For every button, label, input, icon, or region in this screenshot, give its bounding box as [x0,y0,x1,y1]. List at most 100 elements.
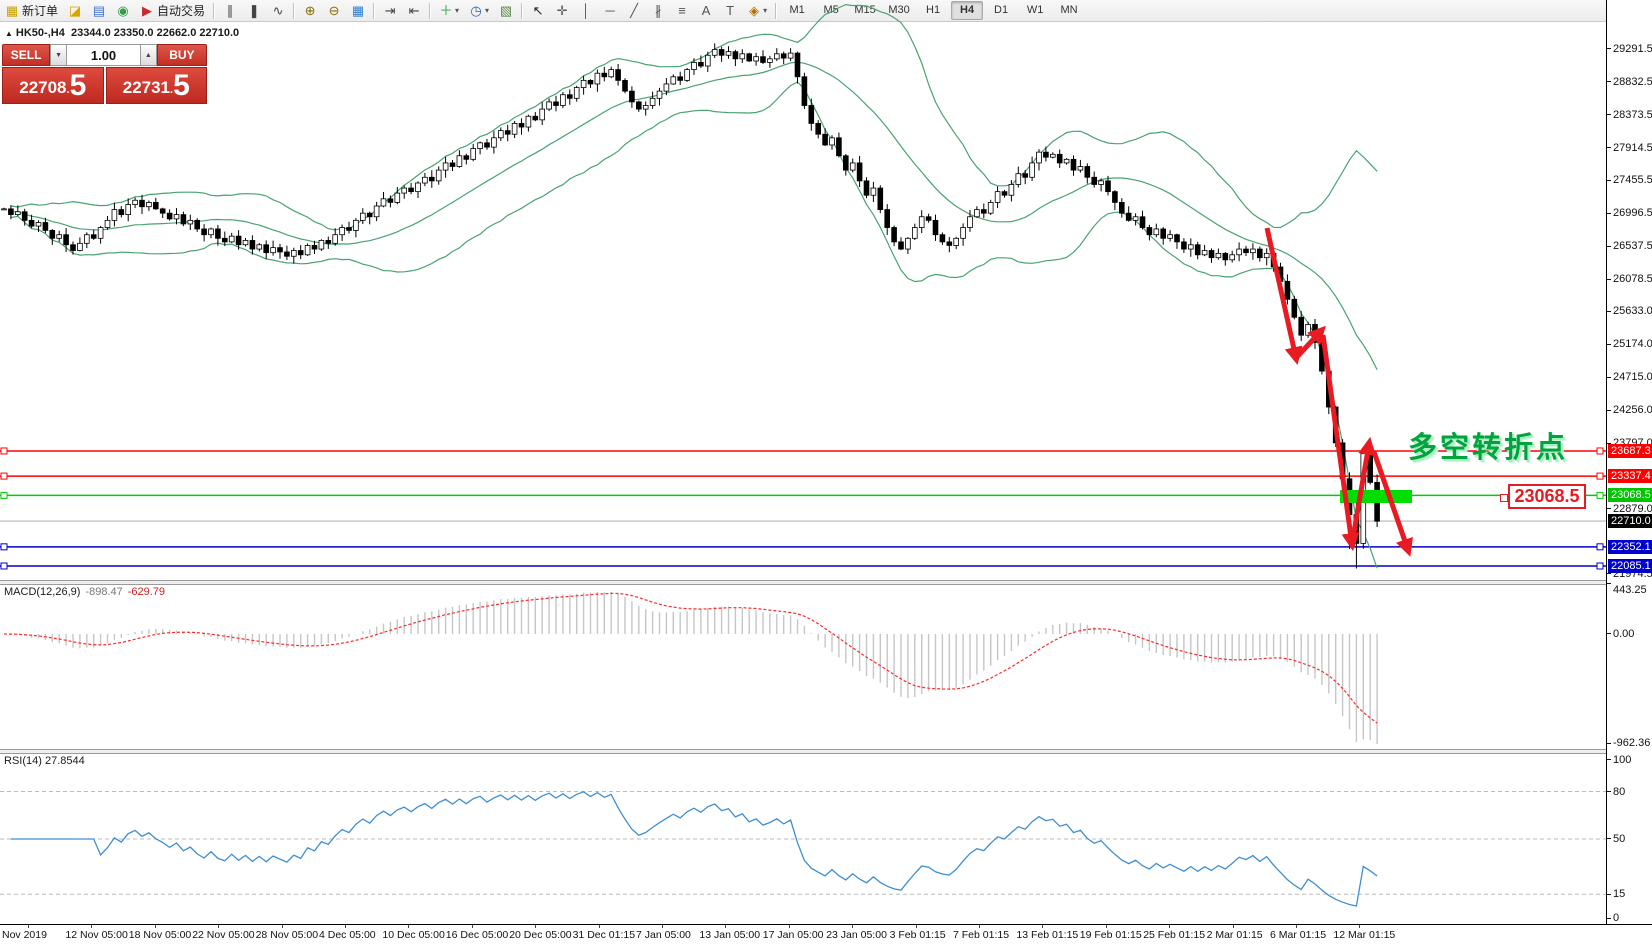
candle-body [561,95,566,106]
candle-body [416,183,421,192]
candle-body [374,206,379,217]
candle-body [1030,163,1035,177]
time-axis[interactable]: Nov 201912 Nov 05:0018 Nov 05:0022 Nov 0… [0,925,1652,945]
candle-body [1244,249,1249,253]
candle-body [1209,251,1214,258]
buy-button[interactable]: BUY [157,44,207,66]
candle-body [153,202,158,208]
candle-body [236,236,241,245]
axis-tick-mark [1607,573,1611,574]
candle-body [188,220,193,224]
axis-tick-mark [1607,114,1611,115]
candle-body [105,220,110,227]
candle-body [574,88,579,99]
callout-anchor-handle[interactable] [1500,494,1508,502]
candle-body [1299,317,1304,335]
candle-body [181,215,186,224]
candle-body [864,181,869,195]
macd-pane[interactable] [0,583,1606,750]
price-axis[interactable]: 29291.528832.528373.527914.527455.526996… [1606,0,1652,924]
candle-body [733,52,738,59]
time-tick-mark [916,925,917,928]
candle-body [1216,253,1221,257]
candle-body [243,240,248,244]
sell-button[interactable]: SELL [2,44,50,66]
candle-body [271,248,276,253]
line-anchor-handle[interactable] [1597,492,1603,498]
candle-body [78,243,83,250]
candle-body [699,62,704,66]
candle-body [119,210,124,215]
axis-price-badge: 22352.1 [1608,540,1652,554]
volume-input[interactable] [67,44,140,66]
candle-body [899,242,904,249]
candle-body [360,213,365,220]
candle-body [636,102,641,109]
trend-arrow-annotation[interactable] [1323,335,1352,544]
candle-body [919,217,924,228]
candle-body [878,188,883,210]
time-tick-label: 12 Mar 01:15 [1333,929,1395,941]
axis-tick-label: 80 [1613,786,1625,798]
candle-body [926,217,931,221]
candle-body [457,156,462,167]
volume-increase-button[interactable]: ▲ [140,44,157,66]
line-anchor-handle[interactable] [1,544,7,550]
candle-body [623,80,628,91]
line-anchor-handle[interactable] [1597,473,1603,479]
candle-body [126,205,131,215]
turning-point-annotation[interactable]: 多空转折点 [1408,424,1568,466]
volume-decrease-button[interactable]: ▼ [50,44,67,66]
candle-body [278,248,283,252]
symbol-ohlc: 23344.0 23350.0 22662.0 22710.0 [71,27,239,39]
rsi-pane[interactable] [0,752,1606,924]
candle-body [98,228,103,239]
main-chart-pane[interactable] [0,0,1606,581]
axis-tick-mark [1607,180,1611,181]
price-callout-label[interactable]: 23068.5 [1508,484,1586,509]
time-tick-mark [852,925,853,928]
sell-price[interactable]: 22708.5 [2,67,104,104]
buy-price[interactable]: 22731.5 [106,67,208,104]
candle-body [1037,152,1042,163]
candle-body [712,50,717,56]
candle-body [1175,235,1180,242]
axis-tick-mark [1607,246,1611,247]
line-anchor-handle[interactable] [1,473,7,479]
candle-body [57,235,62,239]
line-anchor-handle[interactable] [1597,448,1603,454]
candle-body [436,170,441,181]
candle-body [367,213,372,217]
time-tick-mark [1233,925,1234,928]
time-tick-mark [218,925,219,928]
line-anchor-handle[interactable] [1,492,7,498]
axis-tick-label: 443.25 [1613,584,1647,596]
time-tick-mark [662,925,663,928]
sell-price-pip: 5 [70,71,87,101]
candle-body [1099,181,1104,185]
candle-body [423,177,428,183]
candle-body [740,54,745,59]
candle-body [630,91,635,102]
candle-body [533,116,538,120]
axis-tick-mark [1607,894,1611,895]
rsi-pane-separator[interactable] [0,749,1652,754]
highlight-rectangle-annotation[interactable] [1340,490,1412,503]
time-tick-mark [91,925,92,928]
time-tick-mark [1106,925,1107,928]
axis-tick-label: 26078.5 [1613,273,1652,285]
line-anchor-handle[interactable] [1597,544,1603,550]
symbol-collapse-icon[interactable]: ▲ [5,29,13,38]
time-tick-mark [1042,925,1043,928]
time-tick-mark [282,925,283,928]
candle-body [1292,299,1297,317]
candle-body [802,77,807,106]
macd-pane-separator[interactable] [0,580,1652,585]
line-anchor-handle[interactable] [1,448,7,454]
candle-body [1154,229,1159,235]
line-anchor-handle[interactable] [1597,563,1603,569]
axis-tick-label: 24715.0 [1613,371,1652,383]
macd-title: MACD(12,26,9) [4,586,80,598]
axis-tick-mark [1607,81,1611,82]
line-anchor-handle[interactable] [1,563,7,569]
